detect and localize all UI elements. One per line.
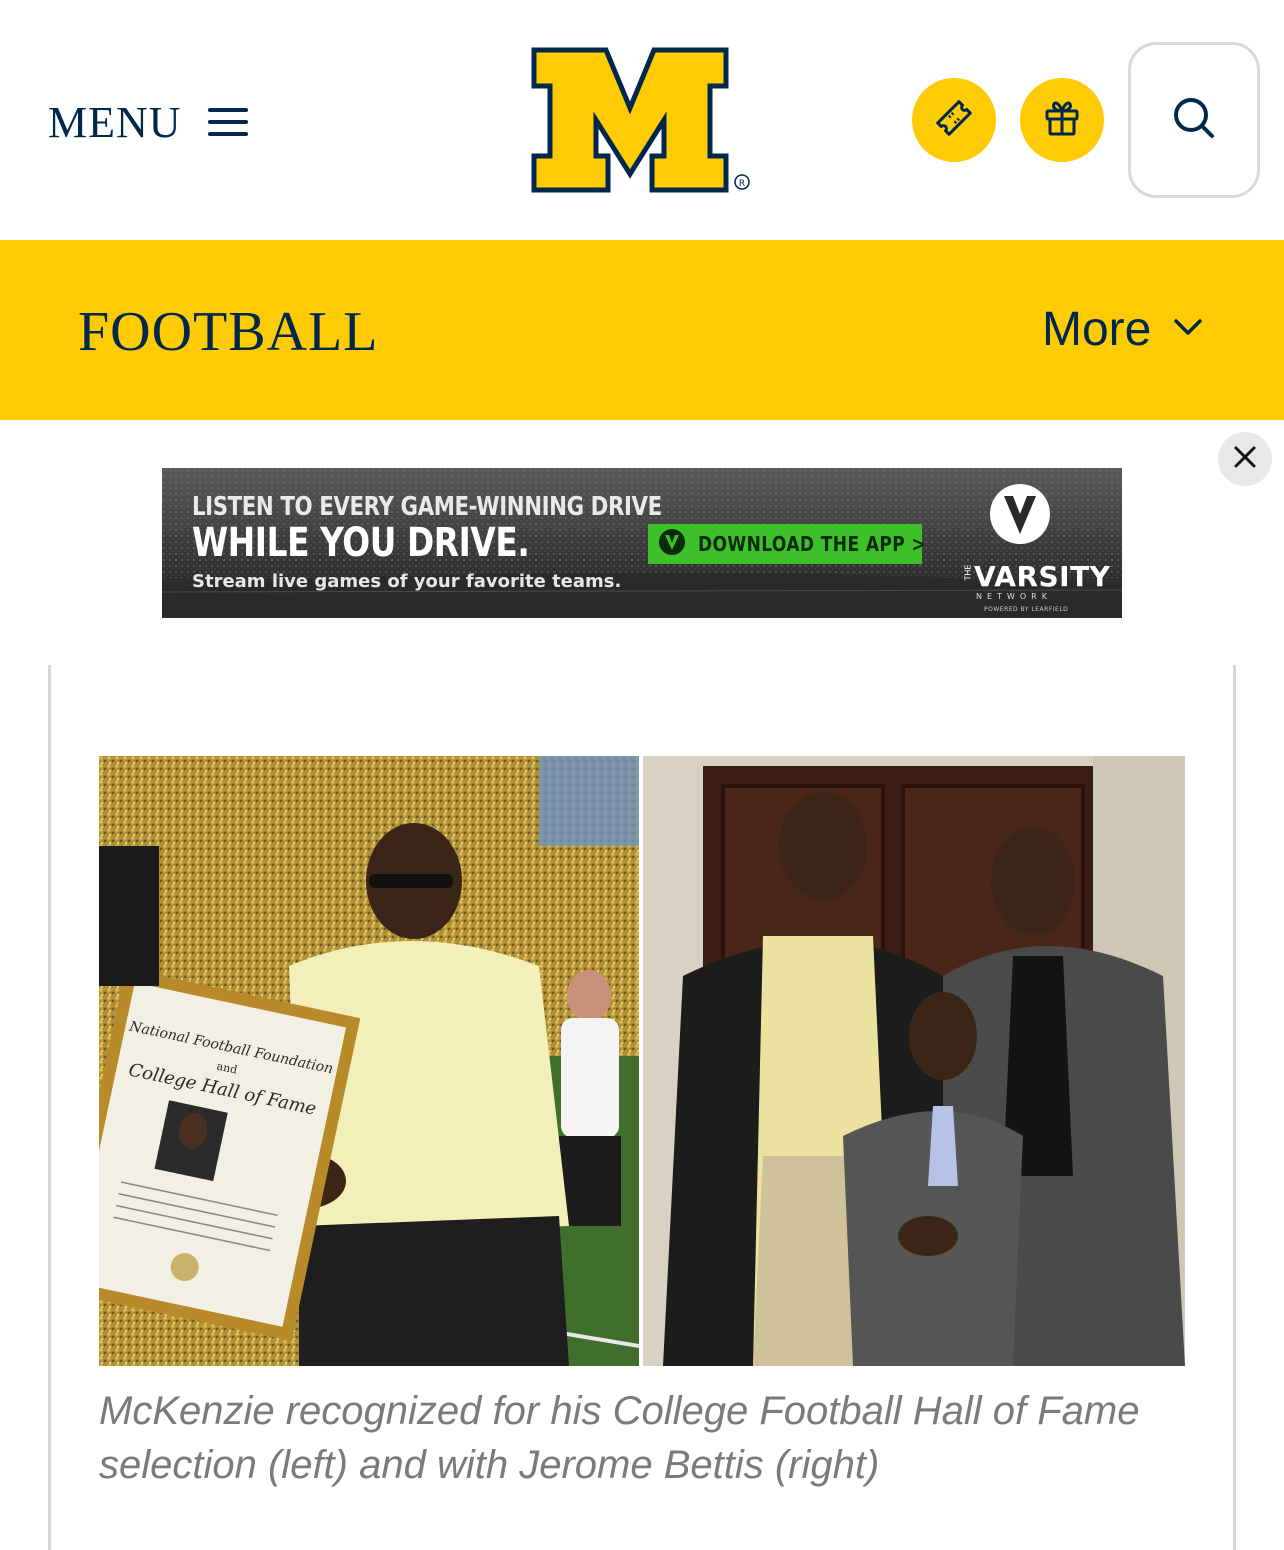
block-m-logo[interactable]: R [530, 46, 754, 194]
ad-headline-main: WHILE YOU DRIVE. [192, 520, 530, 566]
close-icon [1233, 445, 1257, 474]
search-button[interactable] [1128, 42, 1260, 198]
ad-cta-label: DOWNLOAD THE APP > [698, 532, 927, 556]
photo-caption: McKenzie recognized for his College Foot… [99, 1389, 1140, 1487]
ad-brand-powered: POWERED BY LEARFIELD [984, 606, 1069, 613]
ad-brand-name: VARSITY [974, 560, 1111, 593]
more-dropdown[interactable]: More [1042, 300, 1203, 358]
give-button[interactable] [1020, 78, 1104, 162]
ad-download-button[interactable]: DOWNLOAD THE APP > [648, 524, 926, 564]
more-label: More [1042, 302, 1152, 356]
article-card-border-left [48, 665, 51, 1550]
menu-label: MENU [48, 97, 182, 147]
varsity-v-icon [658, 528, 686, 561]
ad-brand-sub: NETWORK [976, 592, 1052, 601]
site-header: MENU R [0, 0, 1284, 240]
photo-with-jerome-bettis [643, 756, 1185, 1366]
article-card-border-right [1233, 665, 1236, 1550]
gift-icon [1043, 99, 1081, 142]
ad-close-button[interactable] [1218, 432, 1272, 486]
varsity-v-logo-icon [990, 484, 1050, 544]
advertisement-banner[interactable]: LISTEN TO EVERY GAME-WINNING DRIVE WHILE… [162, 468, 1122, 618]
chevron-down-icon [1173, 317, 1203, 342]
menu-button[interactable]: MENU [48, 96, 248, 148]
ad-subline: Stream live games of your favorite teams… [192, 571, 622, 592]
sport-title[interactable]: FOOTBALL [78, 300, 378, 364]
ad-headline-top: LISTEN TO EVERY GAME-WINNING DRIVE [192, 492, 662, 522]
tickets-button[interactable] [912, 78, 996, 162]
search-icon [1171, 95, 1217, 146]
svg-text:R: R [739, 179, 745, 189]
ticket-icon [934, 98, 974, 143]
hamburger-icon [207, 108, 248, 136]
ad-brand-the: THE [963, 564, 973, 581]
photo-hall-of-fame-ceremony: National Football Foundation and College… [99, 756, 639, 1366]
varsity-network-logo: THE VARSITY NETWORK POWERED BY LEARFIELD [962, 482, 1110, 613]
